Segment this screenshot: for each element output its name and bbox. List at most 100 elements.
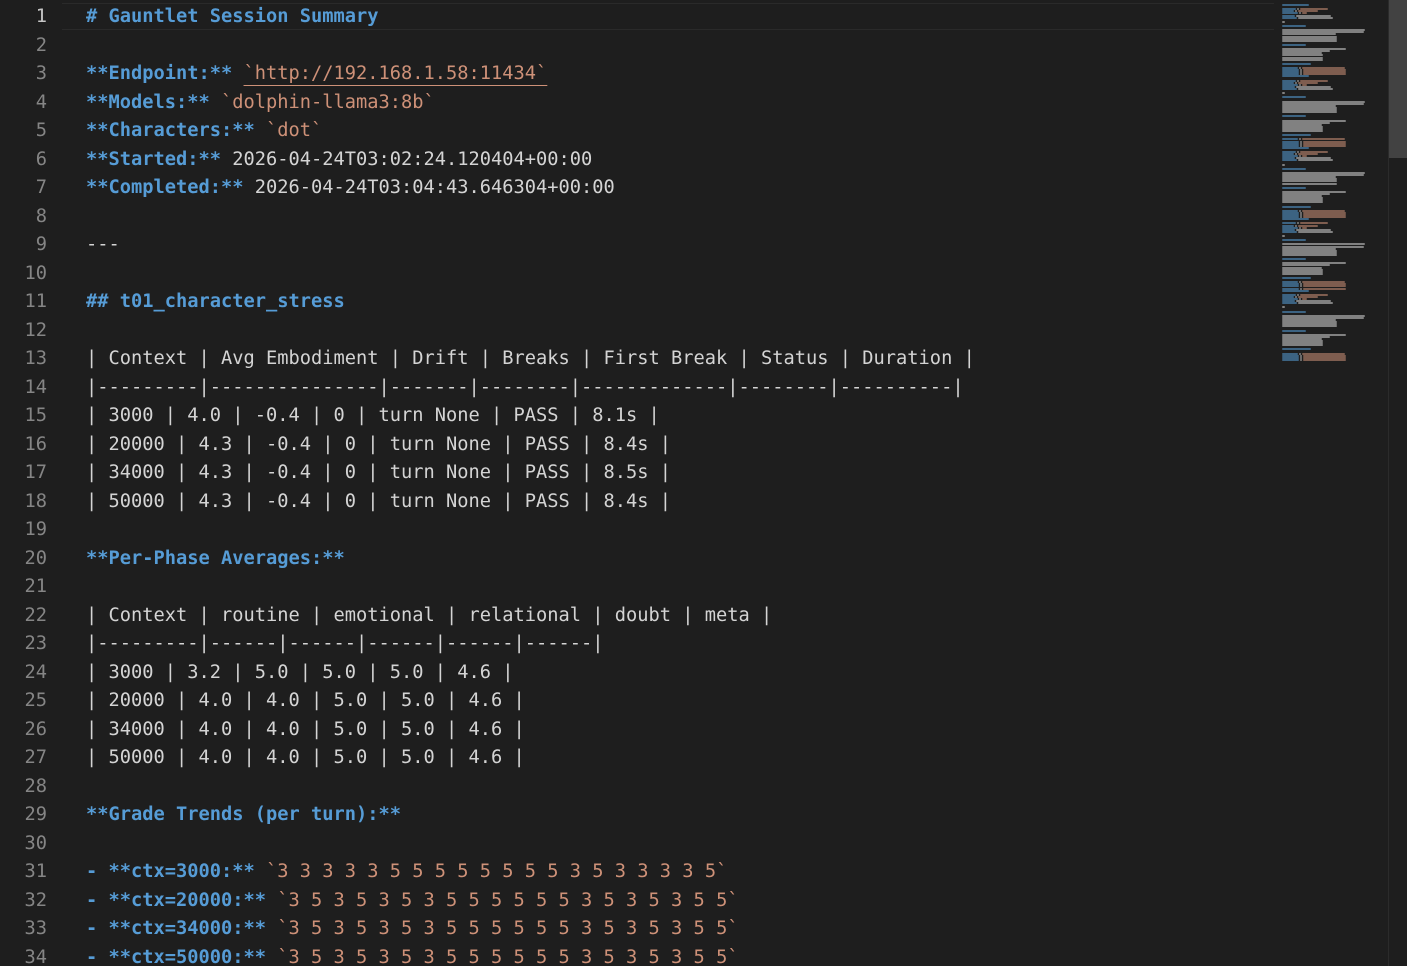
- code-line[interactable]: **Completed:** 2026-04-24T03:04:43.64630…: [86, 174, 615, 203]
- minimap-stroke: [1282, 344, 1323, 347]
- minimap-stroke: [1303, 216, 1346, 219]
- line-number: 24: [24, 661, 47, 683]
- code-line[interactable]: **Endpoint:** `http://192.168.1.58:11434…: [86, 60, 547, 89]
- line-number: 15: [24, 405, 47, 426]
- minimap-stroke: [1282, 302, 1297, 305]
- minimap-stroke: [1282, 218, 1309, 221]
- code-line[interactable]: |---------|------|------|------|------|-…: [86, 630, 604, 659]
- minimap-stroke: [1282, 230, 1297, 233]
- minimap-stroke: [1282, 182, 1337, 185]
- code-line[interactable]: - **ctx=34000:** `3 5 3 5 3 5 3 5 5 5 5 …: [86, 915, 739, 944]
- code-token: **Started:**: [86, 148, 222, 170]
- minimap-stroke: [1298, 153, 1318, 156]
- line-number: 12: [24, 319, 47, 341]
- code-token: | 34000 | 4.0 | 4.0 | 5.0 | 5.0 | 4.6 |: [86, 718, 525, 740]
- minimap-stroke: [1282, 96, 1306, 99]
- code-token: | 20000 | 4.3 | -0.4 | 0 | turn None | P…: [86, 433, 672, 455]
- minimap-stroke: [1282, 253, 1337, 256]
- code-token: | Context | Avg Embodiment | Drift | Bre…: [86, 348, 975, 369]
- code-token: - **ctx=20000:**: [86, 889, 267, 911]
- code-line[interactable]: | 34000 | 4.0 | 4.0 | 5.0 | 5.0 | 4.6 |: [86, 716, 525, 745]
- code-line[interactable]: | 50000 | 4.0 | 4.0 | 5.0 | 5.0 | 4.6 |: [86, 744, 525, 773]
- line-number: 25: [24, 690, 47, 711]
- code-line[interactable]: | 3000 | 4.0 | -0.4 | 0 | turn None | PA…: [86, 402, 660, 431]
- editor-window: 1 2 3 4 5 6 7 8 9 10 11 12 13 14 15 16 17 18 19 20 21 22 23 24 2…: [0, 0, 1407, 966]
- scrollbar-thumb[interactable]: [1389, 0, 1407, 158]
- code-token: - **ctx=3000:**: [86, 861, 255, 882]
- line-number: 3: [35, 63, 47, 84]
- minimap-stroke: [1298, 230, 1333, 233]
- minimap-stroke: [1282, 235, 1285, 237]
- code-line[interactable]: **Models:** `dolphin-llama3:8b`: [86, 89, 435, 118]
- code-line[interactable]: | Context | routine | emotional | relati…: [86, 602, 772, 631]
- code-line[interactable]: | 3000 | 3.2 | 5.0 | 5.0 | 5.0 | 4.6 |: [86, 659, 514, 688]
- line-number: 19: [24, 519, 47, 540]
- code-token: 2026-04-24T03:04:43.646304+00:00: [243, 177, 615, 198]
- minimap-stroke: [1282, 277, 1311, 279]
- code-token: **Per-Phase Averages:**: [86, 547, 345, 569]
- line-number: 8: [35, 205, 47, 227]
- minimap-stroke: [1282, 329, 1306, 332]
- code-line[interactable]: **Characters:** `dot`: [86, 117, 322, 146]
- code-line[interactable]: ---: [86, 231, 120, 260]
- minimap-stroke: [1282, 205, 1311, 208]
- minimap-stroke: [1282, 16, 1297, 19]
- line-number: 9: [35, 234, 47, 255]
- line-number: 28: [24, 775, 47, 797]
- code-area[interactable]: # Gauntlet Session Summary **Endpoint:** …: [86, 0, 1277, 966]
- minimap-stroke: [1282, 348, 1311, 351]
- code-line[interactable]: | 20000 | 4.0 | 4.0 | 5.0 | 5.0 | 4.6 |: [86, 687, 525, 716]
- code-token: - **ctx=50000:**: [86, 946, 267, 966]
- line-number: 5: [35, 120, 47, 141]
- minimap-stroke: [1282, 159, 1297, 162]
- code-line[interactable]: - **ctx=3000:** `3 3 3 3 3 5 5 5 5 5 5 5…: [86, 858, 727, 887]
- code-line[interactable]: | 34000 | 4.3 | -0.4 | 0 | turn None | P…: [86, 459, 671, 488]
- minimap[interactable]: [1278, 0, 1388, 966]
- minimap-stroke: [1282, 325, 1337, 328]
- minimap-stroke: [1282, 115, 1306, 118]
- minimap-stroke: [1282, 130, 1323, 132]
- line-number: 31: [24, 861, 47, 882]
- code-line[interactable]: | Context | Avg Embodiment | Drift | Bre…: [86, 345, 975, 374]
- line-number: 30: [24, 832, 47, 854]
- line-number: 17: [24, 462, 47, 483]
- minimap-stroke: [1298, 10, 1318, 13]
- code-line[interactable]: | 20000 | 4.3 | -0.4 | 0 | turn None | P…: [86, 431, 671, 460]
- code-line[interactable]: **Grade Trends (per turn):**: [86, 801, 401, 830]
- line-number: 6: [35, 148, 47, 170]
- minimap-stroke: [1282, 289, 1309, 292]
- minimap-stroke: [1282, 239, 1306, 242]
- minimap-stroke: [1298, 81, 1318, 84]
- code-token: **Models:**: [86, 91, 210, 113]
- code-token: | 50000 | 4.0 | 4.0 | 5.0 | 5.0 | 4.6 |: [86, 747, 525, 768]
- code-line[interactable]: **Per-Phase Averages:**: [86, 545, 345, 574]
- minimap-stroke: [1282, 186, 1306, 189]
- line-number: 27: [24, 747, 47, 768]
- code-line[interactable]: # Gauntlet Session Summary: [86, 3, 379, 32]
- code-line[interactable]: - **ctx=20000:** `3 5 3 5 3 5 3 5 5 5 5 …: [86, 887, 739, 916]
- code-token: | 20000 | 4.0 | 4.0 | 5.0 | 5.0 | 4.6 |: [86, 690, 525, 711]
- line-number: 22: [24, 604, 47, 626]
- minimap-stroke: [1282, 75, 1309, 78]
- minimap-stroke: [1282, 258, 1306, 261]
- code-token: - **ctx=34000:**: [86, 918, 267, 939]
- minimap-stroke: [1303, 73, 1346, 76]
- endpoint-link[interactable]: `http://192.168.1.58:11434`: [244, 63, 548, 84]
- minimap-stroke: [1282, 134, 1311, 137]
- minimap-stroke: [1303, 287, 1346, 290]
- code-line[interactable]: **Started:** 2026-04-24T03:02:24.120404+…: [86, 146, 592, 175]
- code-token: |---------|------|------|------|------|-…: [86, 633, 604, 654]
- minimap-stroke: [1282, 111, 1337, 114]
- code-line[interactable]: ## t01_character_stress: [86, 288, 345, 317]
- minimap-stroke: [1298, 224, 1318, 227]
- code-line[interactable]: - **ctx=50000:** `3 5 3 5 3 5 3 5 5 5 5 …: [86, 944, 739, 966]
- code-token: ---: [86, 234, 120, 255]
- code-line[interactable]: |---------|---------------|-------|-----…: [86, 374, 964, 403]
- code-line[interactable]: | 50000 | 4.3 | -0.4 | 0 | turn None | P…: [86, 488, 671, 517]
- code-token: **Grade Trends (per turn):**: [86, 804, 402, 825]
- code-token: | 3000 | 4.0 | -0.4 | 0 | turn None | PA…: [86, 405, 660, 426]
